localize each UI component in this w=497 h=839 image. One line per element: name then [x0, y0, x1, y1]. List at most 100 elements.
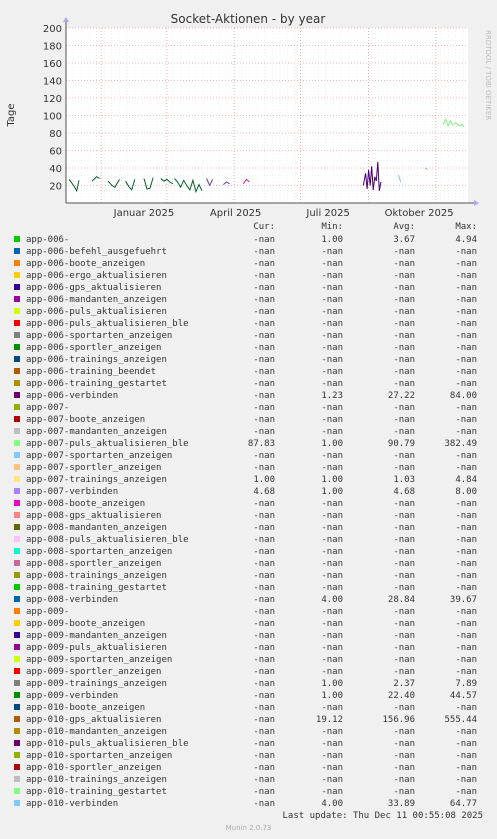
- legend-row: app-006-sportarten_anzeigen -nan -nan -nan -…: [0, 330, 497, 342]
- legend-cur: -nan: [253, 715, 275, 725]
- legend-row: app-008-gps_aktualisieren -nan -nan -nan -na…: [0, 510, 497, 522]
- legend-max: -nan: [455, 667, 477, 677]
- legend-avg: 28.84: [387, 595, 415, 605]
- legend-row: app-008-boote_anzeigen -nan -nan -nan -nan: [0, 498, 497, 510]
- legend-max: -nan: [455, 739, 477, 749]
- legend-swatch: [14, 428, 20, 434]
- legend-swatch: [14, 584, 20, 590]
- legend-row: app-010-sportarten_anzeigen -nan -nan -nan -…: [0, 750, 497, 762]
- legend-max: -nan: [455, 319, 477, 329]
- legend-swatch: [14, 524, 20, 530]
- legend-min: -nan: [321, 547, 343, 557]
- legend-name: app-006-: [26, 235, 70, 245]
- legend-row: app-009-verbinden -nan 1.00 22.40 44.57: [0, 690, 497, 702]
- legend-max: -nan: [455, 583, 477, 593]
- legend-min: -nan: [321, 355, 343, 365]
- legend-row: app-007-trainings_anzeigen 1.00 1.00 1.03 4.…: [0, 474, 497, 486]
- legend-row: app-008-mandanten_anzeigen -nan -nan -nan -n…: [0, 522, 497, 534]
- legend-min: 1.00: [321, 487, 343, 497]
- legend-name: app-009-: [26, 607, 70, 617]
- legend-min: 1.00: [321, 475, 343, 485]
- legend-max: -nan: [455, 763, 477, 773]
- legend-name: app-007-mandanten_anzeigen: [26, 427, 167, 437]
- legend-min: 4.00: [321, 799, 343, 809]
- legend-min: 4.00: [321, 595, 343, 605]
- legend-header-cur: Cur:: [253, 222, 275, 232]
- legend-min: -nan: [321, 367, 343, 377]
- chart: 20 40 60 80 100 120 140 160 180 200 Januar 2025 Ap…: [6, 12, 492, 219]
- legend-swatch: [14, 404, 20, 410]
- legend-name: app-008-mandanten_anzeigen: [26, 523, 167, 533]
- legend-min: -nan: [321, 643, 343, 653]
- legend-row: app-009-mandanten_anzeigen -nan -nan -nan -n…: [0, 630, 497, 642]
- legend-avg: -nan: [393, 271, 415, 281]
- legend-name: app-007-trainings_anzeigen: [26, 475, 167, 485]
- legend-max: -nan: [455, 367, 477, 377]
- legend-min: -nan: [321, 415, 343, 425]
- legend-avg: 156.96: [382, 715, 415, 725]
- legend-max: -nan: [455, 523, 477, 533]
- legend-row: app-009-sportler_anzeigen -nan -nan -nan -na…: [0, 666, 497, 678]
- legend-min: -nan: [321, 583, 343, 593]
- legend-min: 19.12: [315, 715, 343, 725]
- legend-cur: -nan: [253, 727, 275, 737]
- legend-row: app-006-trainings_anzeigen -nan -nan -nan -n…: [0, 354, 497, 366]
- legend-cur: -nan: [253, 259, 275, 269]
- legend-row: app-007- -nan -nan -nan -nan: [0, 402, 497, 414]
- legend-name: app-007-sportarten_anzeigen: [26, 451, 173, 461]
- legend-max: -nan: [455, 607, 477, 617]
- legend-swatch: [14, 752, 20, 758]
- legend-swatch: [14, 536, 20, 542]
- legend-row: app-009-puls_aktualisieren -nan -nan -nan -n…: [0, 642, 497, 654]
- legend-max: -nan: [455, 307, 477, 317]
- legend-swatch: [14, 596, 20, 602]
- legend-avg: -nan: [393, 403, 415, 413]
- legend-row: app-006-mandanten_anzeigen -nan -nan -nan -n…: [0, 294, 497, 306]
- legend-max: -nan: [455, 463, 477, 473]
- legend-min: -nan: [321, 535, 343, 545]
- legend-cur: -nan: [253, 367, 275, 377]
- legend-min: -nan: [321, 727, 343, 737]
- legend-name: app-010-sportler_anzeigen: [26, 763, 162, 773]
- legend-avg: -nan: [393, 667, 415, 677]
- legend-cur: -nan: [253, 655, 275, 665]
- legend-swatch: [14, 548, 20, 554]
- y-tick-label: 180: [43, 42, 62, 53]
- legend-min: -nan: [321, 451, 343, 461]
- legend-swatch: [14, 512, 20, 518]
- legend-avg: -nan: [393, 295, 415, 305]
- legend-max: -nan: [455, 631, 477, 641]
- legend-row: app-006-training_gestartet -nan -nan -nan -n…: [0, 378, 497, 390]
- x-tick-labels: Januar 2025 April 2025 Juli 2025 Oktober 20…: [113, 208, 454, 219]
- legend-name: app-010-boote_anzeigen: [26, 703, 146, 713]
- legend-min: -nan: [321, 523, 343, 533]
- legend-name: app-010-trainings_anzeigen: [26, 775, 167, 785]
- legend-row: app-006- -nan 1.00 3.67 4.94: [0, 234, 497, 246]
- legend-name: app-009-mandanten_anzeigen: [26, 631, 167, 641]
- legend-min: -nan: [321, 295, 343, 305]
- legend-cur: -nan: [253, 295, 275, 305]
- legend-name: app-008-trainings_anzeigen: [26, 571, 167, 581]
- legend-swatch: [14, 284, 20, 290]
- legend-row: app-010-sportler_anzeigen -nan -nan -nan -na…: [0, 762, 497, 774]
- y-tick-label: 40: [49, 164, 62, 175]
- y-axis-label: Tage: [6, 103, 17, 127]
- chart-title: Socket-Aktionen - by year: [171, 12, 326, 26]
- legend-min: -nan: [321, 787, 343, 797]
- legend-cur: -nan: [253, 631, 275, 641]
- legend-name: app-009-sportler_anzeigen: [26, 667, 162, 677]
- legend-swatch: [14, 692, 20, 698]
- legend-cur: -nan: [253, 607, 275, 617]
- legend-swatch: [14, 308, 20, 314]
- y-tick-label: 100: [43, 112, 62, 123]
- legend-row: app-009-sportarten_anzeigen -nan -nan -nan -…: [0, 654, 497, 666]
- legend-min: -nan: [321, 463, 343, 473]
- legend-min: -nan: [321, 607, 343, 617]
- legend-min: -nan: [321, 307, 343, 317]
- legend-max: -nan: [455, 271, 477, 281]
- legend-cur: -nan: [253, 511, 275, 521]
- legend-cur: -nan: [253, 679, 275, 689]
- legend-swatch: [14, 668, 20, 674]
- legend-name: app-008-boote_anzeigen: [26, 499, 146, 509]
- legend-header-min: Min:: [321, 222, 343, 232]
